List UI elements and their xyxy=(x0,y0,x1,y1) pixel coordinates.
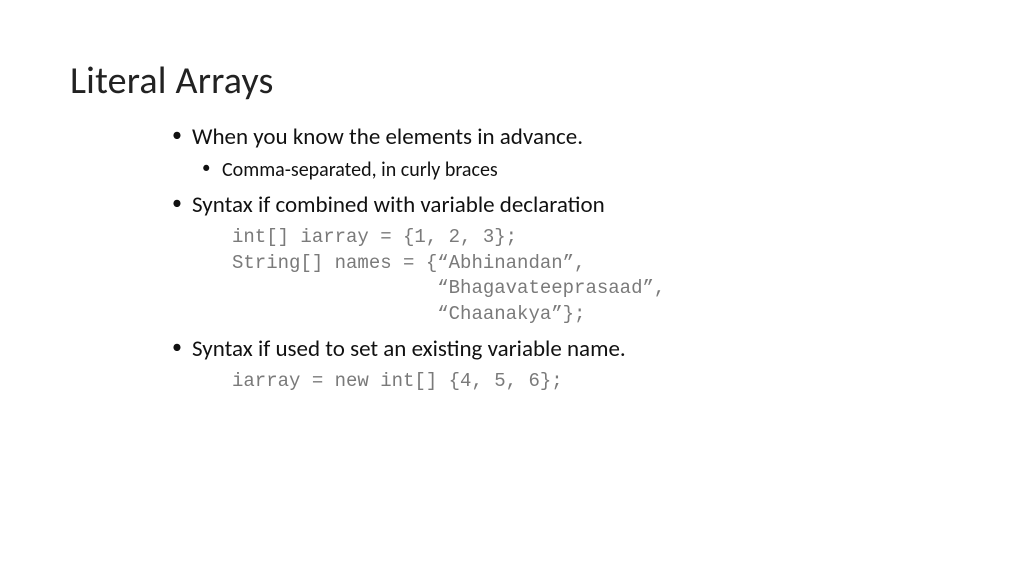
bullet-level1: Syntax if combined with variable declara… xyxy=(170,190,954,221)
slide-content: When you know the elements in advance. C… xyxy=(70,122,954,394)
bullet-level1: When you know the elements in advance. xyxy=(170,122,954,153)
code-block: int[] iarray = {1, 2, 3}; String[] names… xyxy=(232,225,954,328)
code-block: iarray = new int[] {4, 5, 6}; xyxy=(232,369,954,395)
bullet-level1: Syntax if used to set an existing variab… xyxy=(170,334,954,365)
slide-title: Literal Arrays xyxy=(70,58,954,104)
bullet-level2: Comma-separated, in curly braces xyxy=(200,157,954,184)
